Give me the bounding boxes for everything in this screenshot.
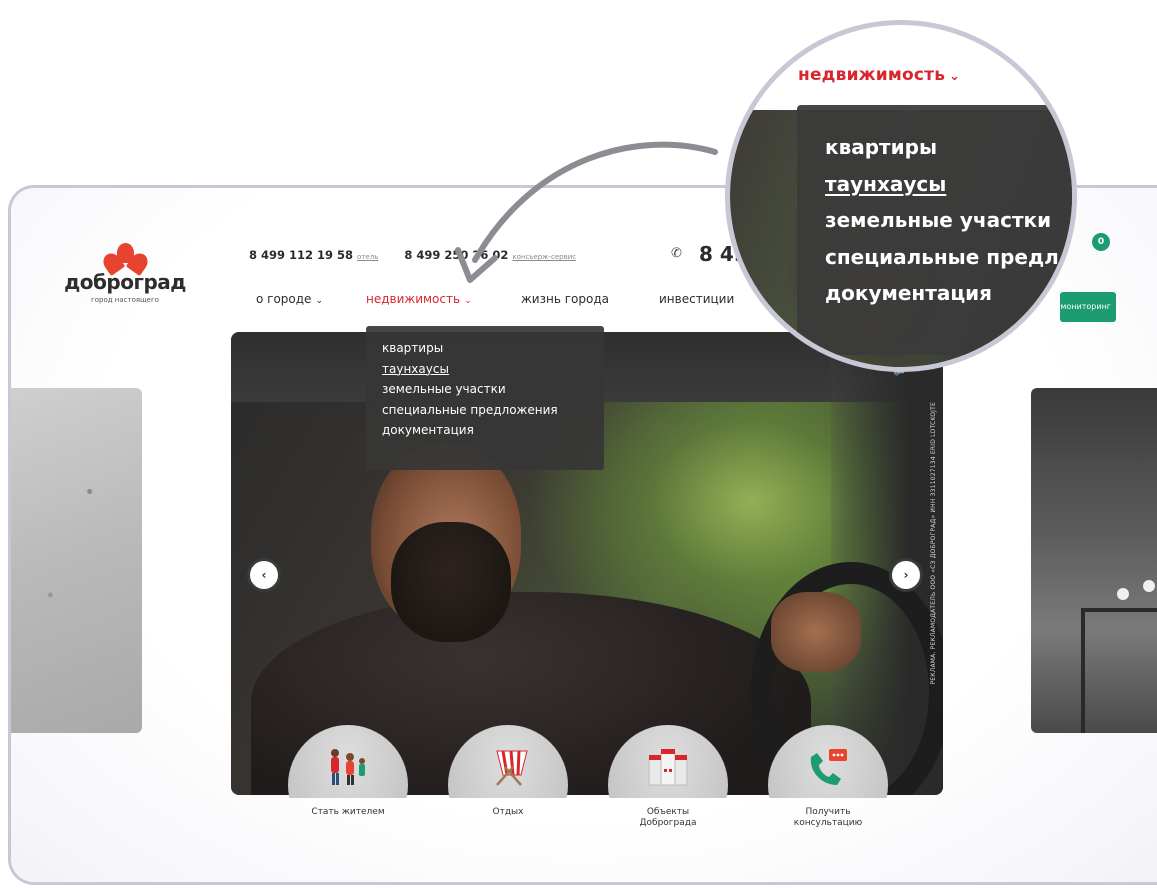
zoom-magnifier: недвижимость ⌄ квартиры таунхаусы земельн… <box>725 20 1077 372</box>
slider-prev-button[interactable]: ‹ <box>247 558 281 592</box>
ad-disclaimer: РЕКЛАМА. РЕКЛАМОДАТЕЛЬ ООО «СЗ ДОБРОГРАД… <box>930 402 937 685</box>
tile-consultation[interactable]: Получить консультацию <box>768 725 888 875</box>
zoom-item-offers: специальные предл <box>825 244 1059 269</box>
dropdown-item-docs[interactable]: документация <box>382 420 588 441</box>
zoom-dropdown: квартиры таунхаусы земельные участки спе… <box>797 105 1072 355</box>
zoom-item-land: земельные участки <box>825 208 1052 232</box>
phone-hotel[interactable]: 8 499 112 19 58 <box>249 248 353 262</box>
slider-next-button[interactable]: › <box>889 558 923 592</box>
phone-call-icon <box>810 749 847 785</box>
zoom-item-apartments: квартиры <box>825 135 938 159</box>
logo-flower-icon <box>99 243 152 277</box>
dropdown-item-offers[interactable]: специальные предложения <box>382 400 588 421</box>
chevron-down-icon: ⌄ <box>949 69 961 84</box>
logo-tagline: город настоящего <box>91 296 159 304</box>
site-logo[interactable]: доброград город настоящего <box>64 243 186 313</box>
zoom-nav-realty: недвижимость ⌄ <box>798 65 961 85</box>
tile-label: Отдых <box>492 807 524 817</box>
zoom-item-townhouses: таунхаусы <box>825 171 947 196</box>
dropdown-item-apartments[interactable]: квартиры <box>382 338 588 359</box>
tile-become-resident[interactable]: Стать жителем <box>288 725 408 875</box>
tile-label: Объекты Доброграда <box>639 807 697 828</box>
pointer-arrow <box>455 141 718 283</box>
zoom-item-docs: документация <box>825 281 993 305</box>
cart-count-badge[interactable]: 0 <box>1092 233 1110 251</box>
chevron-right-icon: › <box>903 568 909 582</box>
tile-leisure[interactable]: Отдых <box>448 725 568 875</box>
phone-hotel-tag[interactable]: отель <box>357 253 378 261</box>
dropdown-item-land[interactable]: земельные участки <box>382 379 588 400</box>
logo-wordmark: доброград <box>64 270 186 294</box>
tile-objects[interactable]: Объекты Доброграда <box>608 725 728 875</box>
tile-label: Получить консультацию <box>793 807 863 828</box>
slide-prev-preview[interactable] <box>11 388 142 733</box>
chevron-left-icon: ‹ <box>261 568 267 582</box>
realty-dropdown-menu: квартиры таунхаусы земельные участки спе… <box>366 326 604 470</box>
nav-item-about[interactable]: о городе ⌄ <box>256 292 323 306</box>
chevron-down-icon: ⌄ <box>315 296 323 306</box>
slide-next-preview[interactable] <box>1031 388 1157 733</box>
buildings-icon <box>648 749 688 786</box>
dropdown-item-townhouses[interactable]: таунхаусы <box>382 359 588 380</box>
deckchair-icon <box>496 750 528 786</box>
tile-label: Стать жителем <box>311 807 385 817</box>
family-icon <box>331 749 365 785</box>
